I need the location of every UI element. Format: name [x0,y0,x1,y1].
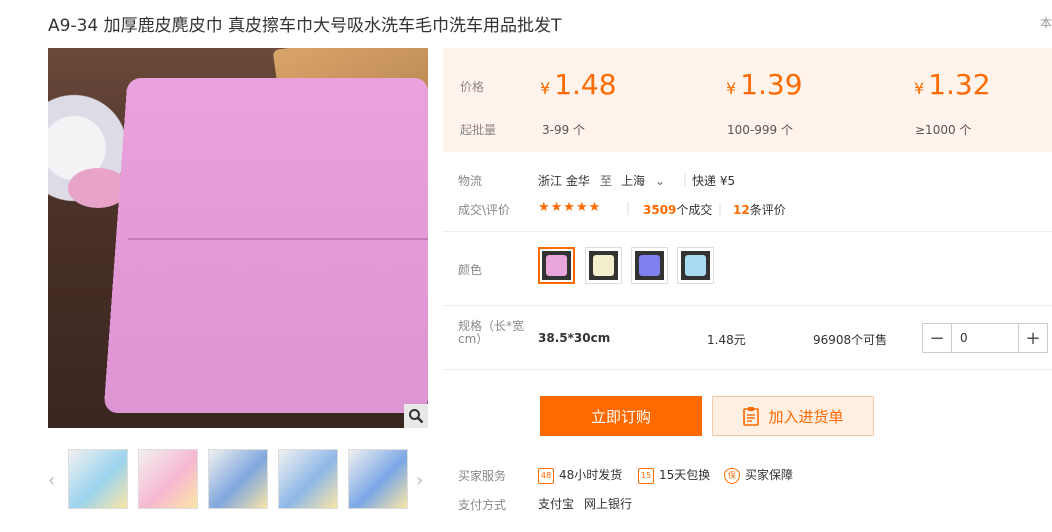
divider: | [626,201,631,215]
qty-tier-1: 3-99 个 [542,123,586,137]
gallery-thumbnail[interactable] [68,449,128,509]
clock-48-icon: 48 [538,467,554,484]
gallery-thumbnail[interactable] [138,449,198,509]
price-label: 价格 [460,80,485,94]
gallery-thumbnail[interactable] [208,449,268,509]
add-to-cart-button[interactable]: 加入进货单 [712,396,874,436]
zoom-button[interactable] [404,404,428,428]
magnifier-icon [409,409,424,424]
spec-price: 1.48元 [707,333,746,347]
product-title: A9-34 加厚鹿皮麂皮巾 真皮擦车巾大号吸水洗车毛巾洗车用品批发T [48,16,562,36]
services-label: 买家服务 [458,469,507,483]
chevron-right-icon[interactable]: › [416,470,423,491]
price-tier-2: ¥1.39 [726,68,803,101]
divider: | [683,172,688,186]
clipboard-icon [743,407,760,426]
spec-name: 38.5*30cm [538,331,611,345]
logistics-to-word: 至 [600,174,613,188]
separator [443,305,1052,306]
qty-tier-3: ≥1000 个 [915,123,972,137]
service-guarantee: 保买家保障 [724,466,793,484]
spec-stock: 96908个可售 [813,333,888,347]
logistics-label: 物流 [458,174,483,188]
deals-label: 成交\评价 [458,203,511,217]
color-label: 颜色 [458,263,483,277]
quantity-stepper: − 0 + [922,323,1048,353]
reviews-count[interactable]: 12条评价 [733,201,786,218]
service-15d: 15 15天包换 [638,466,710,484]
logistics-destination[interactable]: 上海 ⌄ [621,172,665,189]
buy-now-button[interactable]: 立即订购 [540,396,702,436]
rating-stars-icon: ★★★★★ [538,200,602,215]
color-swatch[interactable] [585,247,622,284]
logistics-from: 浙江 金华 [538,174,590,188]
color-swatch[interactable] [631,247,668,284]
separator [443,231,1052,232]
cloth-fold [128,238,428,240]
separator [443,369,1052,370]
spec-label: 规格（长*宽cm） [458,319,525,346]
qty-tier-2: 100-999 个 [727,123,793,137]
pink-cloth [103,77,428,414]
gallery-thumbnail[interactable] [348,449,408,509]
chevron-left-icon[interactable]: ‹ [48,470,55,491]
color-swatch[interactable] [538,247,575,284]
price-tier-3: ¥1.32 [914,68,991,101]
shipping-fee: 快递 ¥5 [692,174,736,188]
service-48h: 48 48小时发货 [538,466,622,484]
flower-decoration [48,88,128,238]
payment-label: 支付方式 [458,498,507,512]
gallery-thumbnail[interactable] [278,449,338,509]
deals-count[interactable]: 3509个成交 [643,201,712,218]
main-product-image[interactable] [48,48,428,428]
calendar-15-icon: 15 [638,467,654,484]
chevron-down-icon: ⌄ [654,174,665,188]
divider: | [718,201,723,215]
shield-icon: 保 [724,467,740,484]
increment-button[interactable]: + [1019,324,1047,352]
quantity-input[interactable]: 0 [951,324,1019,352]
decrement-button[interactable]: − [923,324,951,352]
add-to-cart-label: 加入进货单 [768,407,844,426]
color-swatch[interactable] [677,247,714,284]
price-tier-1: ¥1.48 [540,68,617,101]
moq-label: 起批量 [460,123,497,137]
payment-bank: 网上银行 [584,497,633,511]
payment-alipay: 支付宝 [538,497,575,511]
corner-text: 本 [1040,16,1052,30]
